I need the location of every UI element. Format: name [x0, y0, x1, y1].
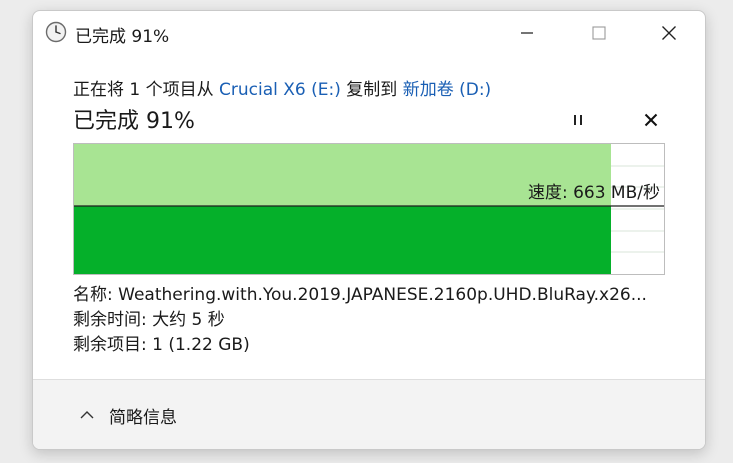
cancel-icon: [644, 113, 658, 127]
close-icon: [662, 26, 676, 40]
footer-bar: 简略信息: [33, 379, 705, 449]
time-remaining: 剩余时间: 大约 5 秒: [73, 310, 225, 330]
progress-heading: 已完成 91%: [73, 109, 195, 134]
chevron-up-icon: [80, 411, 94, 419]
copy-description: 正在将 1 个项目从 Crucial X6 (E:) 复制到 新加卷 (D:): [73, 75, 491, 100]
title-bar[interactable]: 已完成 91%: [33, 11, 705, 55]
items-remaining: 剩余项目: 1 (1.22 GB): [73, 335, 250, 355]
less-details-label: 简略信息: [109, 407, 177, 428]
speed-area: [74, 206, 611, 274]
source-drive-link[interactable]: Crucial X6 (E:): [219, 80, 341, 100]
minimize-icon: [521, 32, 533, 34]
cancel-copy-button[interactable]: [638, 107, 664, 133]
maximize-button[interactable]: [575, 11, 623, 55]
less-details-toggle[interactable]: 简略信息: [79, 402, 177, 428]
window-close-button[interactable]: [645, 11, 693, 55]
clock-icon: [45, 21, 67, 43]
transfer-details: 名称: Weathering.with.You.2019.JAPANESE.21…: [73, 283, 673, 358]
pause-button[interactable]: [565, 107, 591, 133]
minimize-button[interactable]: [503, 11, 551, 55]
speed-label: 速度: 663 MB/秒: [527, 183, 660, 203]
maximize-icon: [592, 26, 606, 40]
transfer-speed-graph: 速度: 663 MB/秒: [73, 143, 665, 275]
copy-prefix: 正在将 1 个项目从: [73, 80, 220, 100]
file-name: 名称: Weathering.with.You.2019.JAPANESE.21…: [73, 285, 647, 305]
pause-icon: [574, 115, 582, 125]
destination-drive-link[interactable]: 新加卷 (D:): [403, 80, 492, 100]
copy-middle: 复制到: [340, 80, 403, 100]
speed-graph-canvas: [74, 144, 664, 274]
copy-progress-window: 已完成 91% 正在将 1 个项目从 Crucial X6 (E:) 复制到 新…: [32, 10, 706, 450]
window-title: 已完成 91%: [75, 27, 170, 47]
